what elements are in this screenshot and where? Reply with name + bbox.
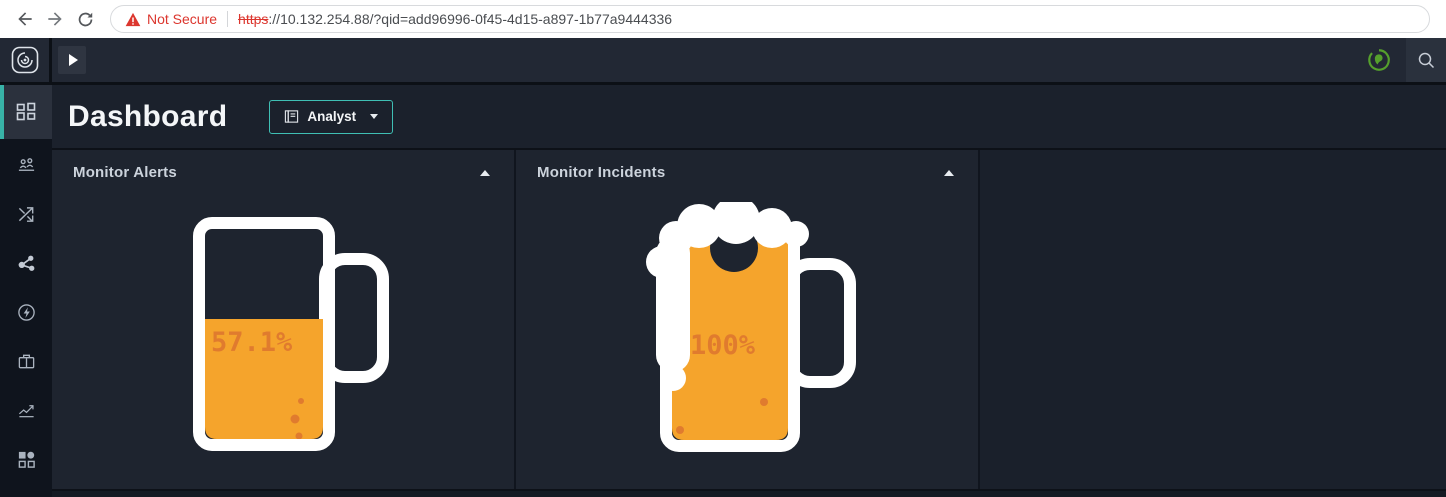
page-url: https://10.132.254.88/?qid=add96996-0f45… xyxy=(238,11,672,27)
url-scheme-struck: https xyxy=(238,11,268,27)
sidebar-item-audience[interactable] xyxy=(0,141,52,190)
page-header: Dashboard Analyst xyxy=(52,85,1446,150)
panel-header: Monitor Alerts xyxy=(52,150,514,195)
shuffle-arrows-icon xyxy=(17,205,36,224)
brand-logo-button[interactable] xyxy=(0,38,52,82)
panel-header: Monitor Incidents xyxy=(516,150,978,195)
gauge-value-label: 57.1% xyxy=(211,327,293,358)
sidebar-item-reports[interactable] xyxy=(0,386,52,435)
page-title: Dashboard xyxy=(68,100,227,134)
chevron-down-icon xyxy=(370,114,378,119)
panel-title: Monitor Incidents xyxy=(537,164,665,181)
url-rest: ://10.132.254.88/?qid=add96996-0f45-4d15… xyxy=(268,11,672,27)
back-arrow-icon xyxy=(15,9,35,29)
browser-refresh-button[interactable] xyxy=(70,4,100,34)
briefcase-icon xyxy=(17,352,36,371)
sidebar-item-cases[interactable] xyxy=(0,337,52,386)
panel-body: 100% xyxy=(516,195,978,489)
beer-mug-gauge-incidents: 100% xyxy=(624,202,864,452)
layout-book-icon xyxy=(284,109,299,124)
play-triangle-icon xyxy=(69,54,78,66)
forward-arrow-icon xyxy=(45,9,65,29)
sidebar-item-dashboards[interactable] xyxy=(0,85,52,139)
share-nodes-icon xyxy=(17,254,36,273)
beer-mug-gauge-alerts: 57.1% xyxy=(193,217,393,452)
address-bar[interactable]: Not Secure https://10.132.254.88/?qid=ad… xyxy=(110,5,1430,33)
dashboard-grid-icon xyxy=(16,102,36,122)
app-topbar xyxy=(0,38,1446,85)
left-sidebar xyxy=(0,85,52,497)
search-button[interactable] xyxy=(1406,38,1446,82)
topbar-spacer xyxy=(86,38,1352,82)
browser-back-button[interactable] xyxy=(10,4,40,34)
collapse-caret-icon[interactable] xyxy=(944,170,954,176)
security-warning-icon xyxy=(125,12,141,27)
search-icon xyxy=(1416,50,1436,70)
sidebar-item-routing[interactable] xyxy=(0,190,52,239)
bolt-circle-icon xyxy=(17,303,36,322)
sidebar-item-apps[interactable] xyxy=(0,435,52,484)
omnibox-divider xyxy=(227,11,228,27)
status-green-icon xyxy=(1366,47,1392,73)
sidebar-item-insights[interactable] xyxy=(0,288,52,337)
audience-icon xyxy=(17,156,36,175)
expand-menu-button[interactable] xyxy=(58,46,86,74)
panel-monitor-alerts: Monitor Alerts 57.1% xyxy=(52,150,516,489)
apps-grid-icon xyxy=(17,450,36,469)
panel-body: 57.1% xyxy=(52,195,514,489)
browser-forward-button[interactable] xyxy=(40,4,70,34)
role-selector-label: Analyst xyxy=(307,109,356,124)
line-chart-icon xyxy=(17,401,36,420)
panel-monitor-incidents: Monitor Incidents xyxy=(516,150,980,489)
bottom-strip xyxy=(52,489,1446,497)
connection-status-button[interactable] xyxy=(1366,47,1392,73)
panel-title: Monitor Alerts xyxy=(73,164,177,181)
browser-toolbar: Not Secure https://10.132.254.88/?qid=ad… xyxy=(0,0,1446,38)
not-secure-label: Not Secure xyxy=(147,11,217,27)
brand-logo-icon xyxy=(11,46,39,74)
collapse-caret-icon[interactable] xyxy=(480,170,490,176)
gauge-value-label: 100% xyxy=(690,330,756,361)
role-selector-button[interactable]: Analyst xyxy=(269,100,393,134)
empty-dashboard-area xyxy=(980,150,1446,489)
refresh-icon xyxy=(76,10,95,29)
sidebar-item-connections[interactable] xyxy=(0,239,52,288)
